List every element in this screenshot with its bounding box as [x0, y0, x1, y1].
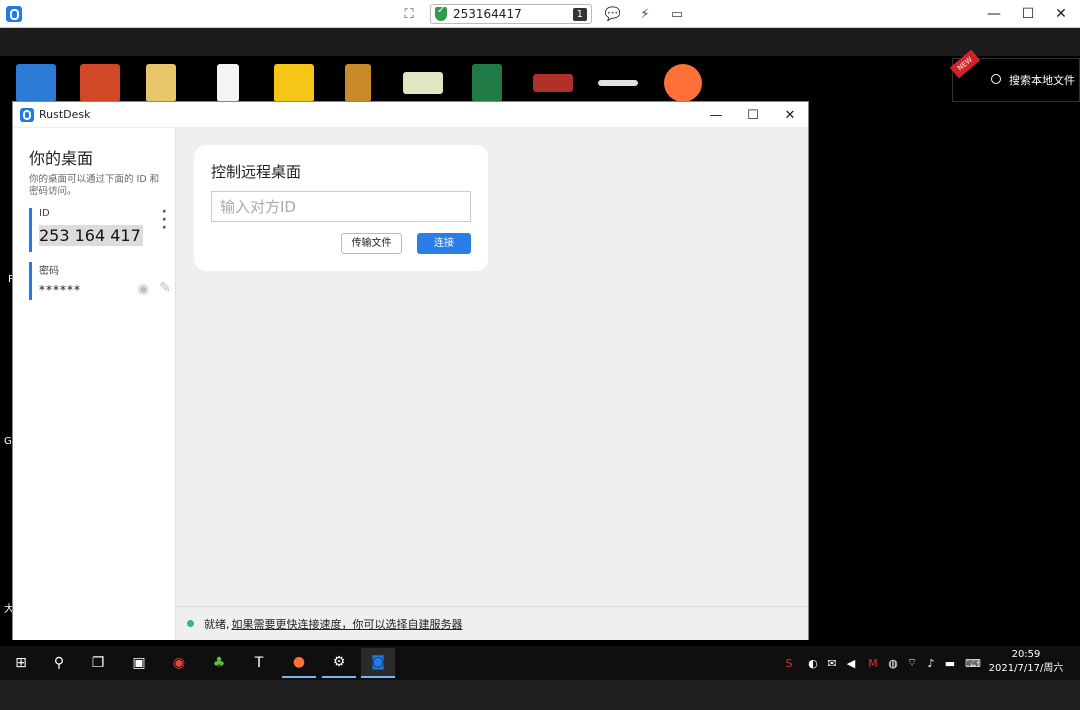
task-view-icon[interactable]: ❐ — [81, 648, 115, 678]
rustdesk-taskbar-icon[interactable]: ◙ — [361, 648, 395, 678]
secure-shield-icon — [435, 5, 447, 21]
your-desktop-description: 你的桌面可以通过下面的 ID 和密码访问。 — [29, 174, 160, 197]
password-field: 密码 ****** ◉ ✎ — [29, 262, 171, 300]
chrome-icon[interactable]: ◉ — [162, 648, 196, 678]
control-remote-area: 控制远程桌面 传输文件 连接 — [176, 128, 808, 606]
transfer-file-button[interactable]: 传输文件 — [341, 233, 402, 254]
remote-id-input[interactable] — [211, 191, 471, 222]
viewer-toolbar: ⛶ 253164417 1 💬 ⚡ ▭ — [398, 3, 688, 25]
password-label: 密码 — [39, 266, 59, 277]
this-pc-icon[interactable] — [16, 64, 56, 102]
clock-time: 20:59 — [1011, 649, 1041, 660]
powerpoint-icon[interactable] — [80, 64, 120, 102]
id-field: ID · · · 253 164 417 — [29, 205, 169, 252]
more-options-icon[interactable]: · · · — [162, 205, 167, 235]
excel-icon[interactable] — [472, 64, 502, 102]
control-remote-card: 控制远程桌面 传输文件 连接 — [194, 145, 488, 271]
wifi-icon[interactable]: ⌔ — [905, 655, 919, 671]
remote-taskbar: ⊞ ⚲ ❐ ▣ ◉ ♣ T ● ⚙ ◙ S ◐ ✉ ◀ M ◍ ⌔ ♪ ▬ ⌨ — [0, 646, 1080, 680]
action-lightning-icon[interactable]: ⚡ — [634, 3, 656, 25]
rustdesk-logo-icon — [20, 107, 34, 122]
windows-start-icon[interactable]: ⊞ — [4, 648, 38, 678]
edit-password-pencil-icon[interactable]: ✎ — [159, 280, 171, 296]
id-value[interactable]: 253 164 417 — [39, 225, 143, 246]
taskbar-search-icon[interactable]: ⚲ — [42, 648, 76, 678]
file-manager-icon[interactable]: ▣ — [122, 648, 156, 678]
status-text: 就绪, — [204, 617, 230, 631]
viewer-bottom-strip — [0, 680, 1080, 710]
app-icon[interactable] — [274, 64, 314, 102]
taskbar-clock[interactable]: 20:59 2021/7/17/周六 — [986, 648, 1066, 676]
typora-icon[interactable]: T — [242, 648, 276, 678]
rustdesk-titlebar: RustDesk — ☐ ✕ — [13, 102, 808, 128]
self-host-server-link[interactable]: 如果需要更快连接速度，你可以选择自建服务器 — [232, 616, 463, 632]
settings-gear-icon[interactable]: ⚙ — [322, 648, 356, 678]
password-value: ****** — [39, 283, 81, 297]
clock-date: 2021/7/17/周六 — [988, 663, 1064, 674]
search-icon — [991, 74, 1001, 84]
close-button[interactable]: ✕ — [1046, 0, 1076, 28]
status-bar: 就绪, 如果需要更快连接速度，你可以选择自建服务器 — [176, 606, 808, 640]
folder-icon[interactable] — [146, 64, 176, 102]
maximize-button[interactable]: ☐ — [1013, 0, 1043, 28]
control-remote-title: 控制远程桌面 — [211, 163, 302, 181]
minimize-button[interactable]: — — [979, 0, 1009, 28]
tray-m-icon[interactable]: M — [866, 655, 880, 671]
firefox-desktop-icon[interactable] — [664, 64, 702, 102]
connect-button[interactable]: 连接 — [417, 233, 471, 254]
rd-minimize-button[interactable]: — — [698, 102, 734, 128]
keyboard-icon[interactable]: ⌨ — [964, 655, 982, 671]
app2-icon[interactable] — [533, 74, 573, 92]
rd-maximize-button[interactable]: ☐ — [735, 102, 771, 128]
document-icon[interactable] — [217, 64, 239, 102]
local-file-search[interactable]: NEW 搜索本地文件 — [949, 49, 1080, 102]
id-label: ID — [39, 208, 50, 219]
rustdesk-window: RustDesk — ☐ ✕ 你的桌面 你的桌面可以通过下面的 ID 和密码访问… — [12, 101, 809, 640]
rd-close-button[interactable]: ✕ — [772, 102, 808, 128]
remote-screen-top-strip — [0, 28, 1080, 56]
tray-network-app-icon[interactable]: ◍ — [886, 655, 900, 671]
firefox-taskbar-icon[interactable]: ● — [282, 648, 316, 678]
tray-sogou-icon[interactable]: S — [782, 655, 796, 671]
tray-volume-icon[interactable]: ◀ — [844, 655, 858, 671]
viewer-titlebar: ⛶ 253164417 1 💬 ⚡ ▭ — ☐ ✕ — [0, 0, 1080, 28]
search-label: 搜索本地文件 — [1009, 74, 1075, 87]
your-desktop-heading: 你的桌面 — [29, 149, 94, 168]
display-icon[interactable]: ▭ — [666, 3, 688, 25]
status-ready-dot — [187, 620, 194, 627]
tray-app-icon[interactable]: ◐ — [806, 655, 820, 671]
speaker-icon[interactable]: ♪ — [924, 655, 938, 671]
battery-icon[interactable]: ▬ — [943, 655, 957, 671]
fullscreen-icon[interactable]: ⛶ — [398, 3, 420, 25]
session-count-badge: 1 — [572, 7, 587, 21]
show-password-eye-icon[interactable]: ◉ — [138, 282, 149, 297]
remote-id-box[interactable]: 253164417 1 — [430, 4, 592, 24]
your-desktop-panel: 你的桌面 你的桌面可以通过下面的 ID 和密码访问。 ID · · · 253 16… — [13, 128, 176, 640]
remote-id-text: 253164417 — [453, 7, 522, 21]
rustdesk-title: RustDesk — [39, 108, 91, 121]
chat-icon[interactable]: 💬 — [602, 3, 624, 25]
image-file-icon[interactable] — [403, 72, 443, 94]
clover-icon[interactable]: ♣ — [202, 648, 236, 678]
archive-icon[interactable] — [345, 64, 371, 102]
rustdesk-logo-icon — [6, 6, 22, 22]
tray-mail-icon[interactable]: ✉ — [825, 655, 839, 671]
app3-icon[interactable] — [598, 80, 638, 86]
